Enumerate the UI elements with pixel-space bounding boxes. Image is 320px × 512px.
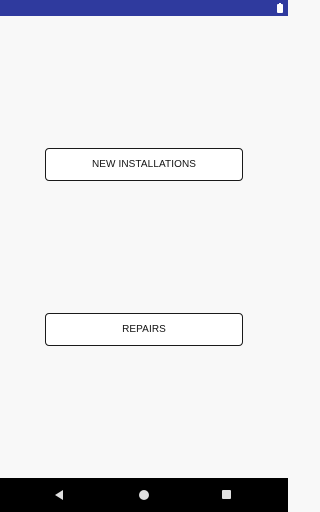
back-icon[interactable]: [55, 490, 63, 500]
repairs-button[interactable]: REPAIRS: [45, 313, 243, 346]
battery-icon: [277, 3, 283, 13]
recents-icon[interactable]: [222, 490, 231, 499]
new-installations-button[interactable]: NEW INSTALLATIONS: [45, 148, 243, 181]
status-bar: [0, 0, 288, 16]
home-icon[interactable]: [139, 490, 149, 500]
main-content: NEW INSTALLATIONS REPAIRS: [0, 16, 288, 478]
navigation-bar: [0, 478, 288, 512]
